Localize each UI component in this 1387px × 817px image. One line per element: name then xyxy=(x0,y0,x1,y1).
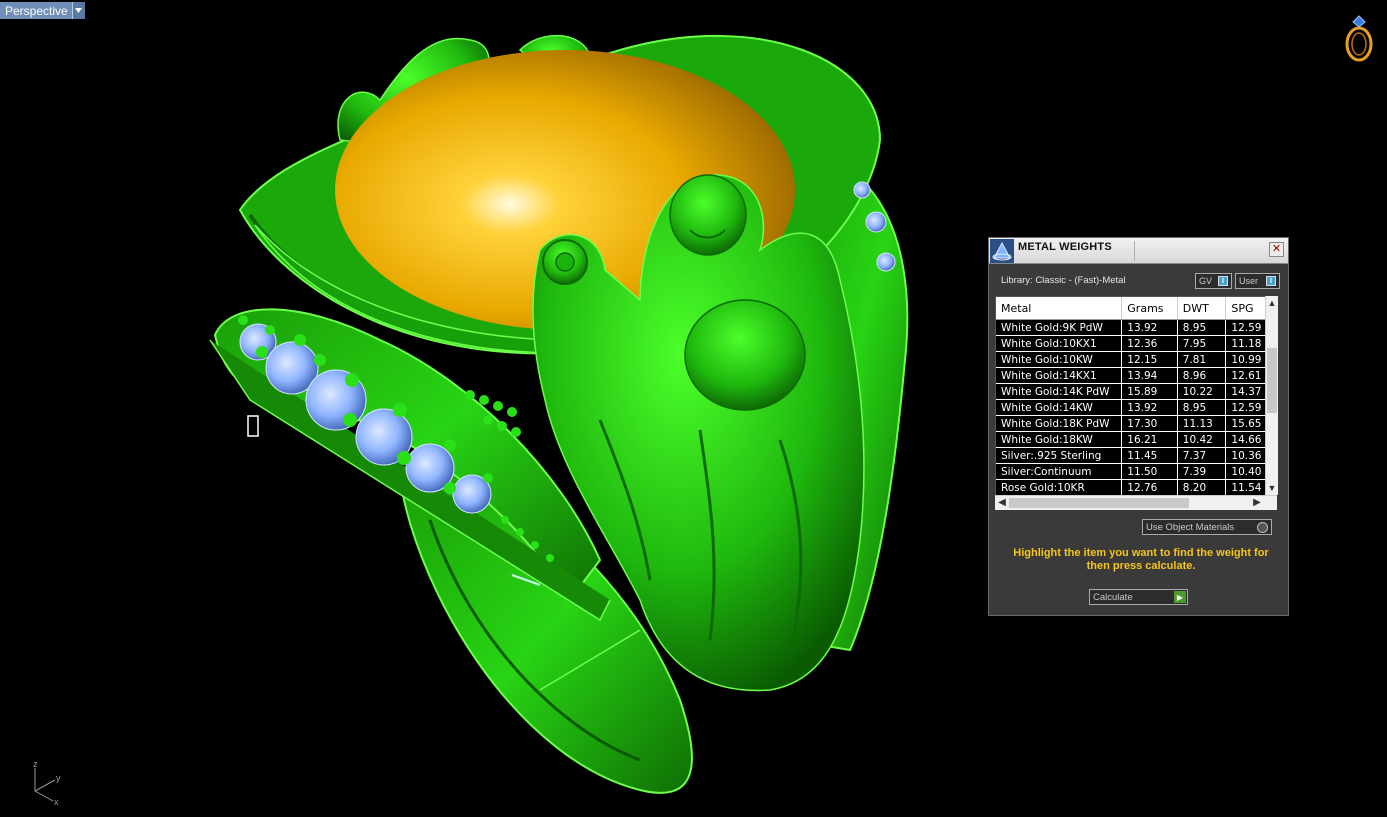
column-header-grams[interactable]: Grams xyxy=(1121,297,1178,320)
cell-metal: White Gold:9K PdW xyxy=(996,319,1123,336)
table-row[interactable]: White Gold:14K PdW 15.89 10.22 14.37 xyxy=(996,383,1270,400)
table-row[interactable]: White Gold:18K PdW 17.30 11.13 15.65 xyxy=(996,415,1270,432)
horizontal-scroll-thumb[interactable] xyxy=(1009,498,1189,508)
cell-grams: 12.15 xyxy=(1121,351,1178,368)
cell-metal: White Gold:14K PdW xyxy=(996,383,1123,400)
cell-dwt: 8.20 xyxy=(1177,479,1227,496)
table-row[interactable]: White Gold:14KX1 13.94 8.96 12.61 xyxy=(996,367,1270,384)
cell-grams: 13.92 xyxy=(1121,319,1178,336)
horizontal-scrollbar[interactable]: ◀ ▶ xyxy=(995,495,1277,510)
table-header-row: Metal Grams DWT SPG xyxy=(996,297,1270,320)
cell-dwt: 7.81 xyxy=(1177,351,1227,368)
table-row[interactable]: Rose Gold:10KR 12.76 8.20 11.54 xyxy=(996,479,1270,496)
metal-table-grid: Metal Grams DWT SPG White Gold:9K PdW 13.… xyxy=(996,297,1270,496)
cell-metal: White Gold:18KW xyxy=(996,431,1123,448)
gv-label: GV xyxy=(1199,276,1213,286)
close-icon[interactable]: ✕ xyxy=(1269,242,1284,257)
viewport-title-tab[interactable]: Perspective xyxy=(0,2,85,19)
cell-spg: 11.18 xyxy=(1225,335,1270,352)
library-label: Library: Classic - (Fast)-Metal xyxy=(1001,275,1126,286)
axis-z-label: z xyxy=(33,759,38,769)
cell-spg: 10.40 xyxy=(1225,463,1270,480)
use-object-materials-option[interactable]: Use Object Materials xyxy=(1142,519,1272,535)
cell-grams: 17.30 xyxy=(1121,415,1178,432)
gv-toggle-icon[interactable]: I xyxy=(1218,276,1228,286)
cell-spg: 14.37 xyxy=(1225,383,1270,400)
cell-spg: 14.66 xyxy=(1225,431,1270,448)
cell-spg: 12.61 xyxy=(1225,367,1270,384)
cell-spg: 10.36 xyxy=(1225,447,1270,464)
cell-grams: 16.21 xyxy=(1121,431,1178,448)
radio-icon[interactable] xyxy=(1257,521,1268,533)
ring-icon xyxy=(1345,15,1373,62)
user-label: User xyxy=(1239,276,1259,286)
axis-y-label: y xyxy=(56,773,61,783)
table-row[interactable]: Silver:Continuum 11.50 7.39 10.40 xyxy=(996,463,1270,480)
table-row[interactable]: Silver:.925 Sterling 11.45 7.37 10.36 xyxy=(996,447,1270,464)
title-divider xyxy=(1134,241,1135,261)
chevron-down-icon[interactable] xyxy=(71,2,85,19)
cell-grams: 13.94 xyxy=(1121,367,1178,384)
cell-metal: Silver:Continuum xyxy=(996,463,1123,480)
cell-dwt: 10.42 xyxy=(1177,431,1227,448)
scroll-right-icon[interactable]: ▶ xyxy=(1251,496,1263,510)
calculate-button[interactable]: Calculate ▶ xyxy=(1089,589,1188,605)
cell-metal: White Gold:18K PdW xyxy=(996,415,1123,432)
column-header-dwt[interactable]: DWT xyxy=(1177,297,1227,320)
table-row[interactable]: White Gold:14KW 13.92 8.95 12.59 xyxy=(996,399,1270,416)
cell-metal: White Gold:14KX1 xyxy=(996,367,1123,384)
scroll-up-icon[interactable]: ▲ xyxy=(1266,297,1278,309)
table-row[interactable]: White Gold:10KW 12.15 7.81 10.99 xyxy=(996,351,1270,368)
cell-spg: 12.59 xyxy=(1225,399,1270,416)
gv-select[interactable]: GV I xyxy=(1195,273,1232,289)
cell-metal: Rose Gold:10KR xyxy=(996,479,1123,496)
cell-grams: 12.76 xyxy=(1121,479,1178,496)
cell-grams: 11.45 xyxy=(1121,447,1178,464)
cell-dwt: 7.95 xyxy=(1177,335,1227,352)
use-object-materials-label: Use Object Materials xyxy=(1146,521,1235,533)
metal-weights-panel: METAL WEIGHTS ✕ Library: Classic - (Fast… xyxy=(988,237,1289,616)
table-row[interactable]: White Gold:10KX1 12.36 7.95 11.18 xyxy=(996,335,1270,352)
scroll-left-icon[interactable]: ◀ xyxy=(996,496,1008,510)
viewport-name[interactable]: Perspective xyxy=(0,2,72,19)
cell-dwt: 8.95 xyxy=(1177,319,1227,336)
table-row[interactable]: White Gold:9K PdW 13.92 8.95 12.59 xyxy=(996,319,1270,336)
cell-metal: White Gold:10KX1 xyxy=(996,335,1123,352)
cell-dwt: 11.13 xyxy=(1177,415,1227,432)
play-icon[interactable]: ▶ xyxy=(1174,591,1186,603)
cell-spg: 12.59 xyxy=(1225,319,1270,336)
calculate-label: Calculate xyxy=(1093,591,1133,603)
axes-icon: z y x xyxy=(33,759,61,807)
column-header-spg[interactable]: SPG xyxy=(1225,297,1270,320)
cell-grams: 11.50 xyxy=(1121,463,1178,480)
instruction-text: Highlight the item you want to find the … xyxy=(1013,547,1269,572)
cell-spg: 11.54 xyxy=(1225,479,1270,496)
panel-title-bar[interactable]: METAL WEIGHTS ✕ xyxy=(989,238,1288,264)
cell-dwt: 8.95 xyxy=(1177,399,1227,416)
cell-dwt: 7.39 xyxy=(1177,463,1227,480)
cell-dwt: 7.37 xyxy=(1177,447,1227,464)
panel-logo-icon xyxy=(990,239,1014,263)
cell-grams: 12.36 xyxy=(1121,335,1178,352)
cell-grams: 15.89 xyxy=(1121,383,1178,400)
cell-dwt: 10.22 xyxy=(1177,383,1227,400)
metal-table[interactable]: Metal Grams DWT SPG White Gold:9K PdW 13.… xyxy=(995,296,1271,509)
scroll-down-icon[interactable]: ▼ xyxy=(1266,482,1278,494)
user-toggle-icon[interactable]: I xyxy=(1266,276,1276,286)
panel-title: METAL WEIGHTS xyxy=(1018,241,1112,253)
cell-dwt: 8.96 xyxy=(1177,367,1227,384)
cell-spg: 15.65 xyxy=(1225,415,1270,432)
column-header-metal[interactable]: Metal xyxy=(996,297,1123,320)
vertical-scrollbar[interactable]: ▲ ▼ xyxy=(1265,296,1278,495)
cell-metal: Silver:.925 Sterling xyxy=(996,447,1123,464)
cell-metal: White Gold:10KW xyxy=(996,351,1123,368)
table-row[interactable]: White Gold:18KW 16.21 10.42 14.66 xyxy=(996,431,1270,448)
cell-spg: 10.99 xyxy=(1225,351,1270,368)
user-select[interactable]: User I xyxy=(1235,273,1280,289)
vertical-scroll-thumb[interactable] xyxy=(1267,348,1277,413)
cell-metal: White Gold:14KW xyxy=(996,399,1123,416)
axis-x-label: x xyxy=(54,797,59,807)
cell-grams: 13.92 xyxy=(1121,399,1178,416)
